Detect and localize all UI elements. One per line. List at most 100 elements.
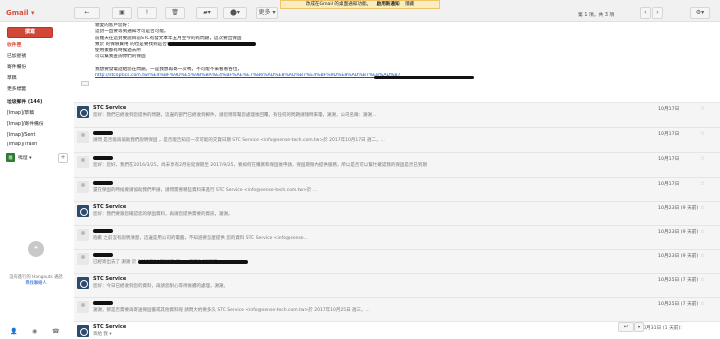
sidebar-bottom-bar: 👤 ◉ ☎ bbox=[6, 328, 68, 338]
prev-button[interactable]: ‹ bbox=[640, 7, 651, 19]
message-snippet: 抱歉 之前沒有說明清楚，這邊是用公司的電腦，不知道要怎麼提供 您的資料 STC … bbox=[93, 236, 308, 241]
delete-button[interactable]: 🗑 bbox=[165, 7, 185, 19]
add-contact-button[interactable]: + bbox=[58, 153, 68, 163]
star-icon[interactable]: ☆ bbox=[678, 325, 683, 331]
message-snippet: 您好：我們要跟您確認您的保固資料，再請您提供需要的資訊，謝謝。 bbox=[93, 212, 233, 217]
sender-avatar bbox=[77, 106, 89, 118]
star-icon[interactable]: ☆ bbox=[700, 181, 705, 187]
redaction-mark bbox=[138, 260, 248, 264]
compose-button[interactable]: 撰寫 bbox=[7, 27, 53, 38]
message-snippet: 您好：我們已經收到您提供的問題，這邊的部門已經收到郵件，請您稍等幫您處理後回覆，… bbox=[93, 113, 377, 118]
left-sidebar: 撰寫 收件匣 已加星號 寄件備份 草稿 更多標籤 垃圾郵件 (144) [Ima… bbox=[0, 22, 70, 339]
top-toolbar: Gmail ▾ ← ▣ ! 🗑 ▰▾ ⬤▾ 更多 ▾ 改成在Gmail 的桌面通… bbox=[0, 0, 720, 22]
star-icon[interactable]: ☆ bbox=[700, 106, 705, 112]
sender-avatar bbox=[77, 131, 89, 143]
sidebar-item-spam[interactable]: 垃圾郵件 (144) bbox=[7, 98, 67, 108]
more-actions-button[interactable]: ▾ bbox=[634, 322, 644, 332]
sender-avatar bbox=[77, 253, 89, 265]
archive-button[interactable]: ▣ bbox=[112, 7, 132, 19]
hangouts-user[interactable]: 騰 鳴燈 ▾ + bbox=[6, 152, 70, 164]
redaction-mark bbox=[168, 42, 256, 46]
sender-avatar bbox=[77, 205, 89, 217]
sender-name: STC Service bbox=[93, 324, 127, 330]
notice-text: 改成在Gmail 的桌面通知功能。 bbox=[305, 2, 372, 7]
message-date: 10月17日 bbox=[658, 157, 680, 162]
star-icon[interactable]: ☆ bbox=[700, 229, 705, 235]
sidebar-item-imap-drafts[interactable]: [Imap]/草稿 bbox=[7, 109, 67, 119]
star-icon[interactable]: ☆ bbox=[700, 205, 705, 211]
list-item[interactable]: 還在保固的時候要請協助我們申請，請問需要哪些資料來進行 STC Service … bbox=[74, 177, 720, 201]
sender-avatar bbox=[77, 181, 89, 193]
message-date: 10月25日 (7 天前) bbox=[658, 278, 699, 283]
list-item[interactable]: 請問 是否能再協助我們說明保固 ，是否能告知這一次可能的交貨日期 STC Ser… bbox=[74, 127, 720, 152]
settings-button[interactable]: ⚙▾ bbox=[690, 7, 710, 19]
contacts-icon[interactable]: 👤 bbox=[10, 328, 17, 335]
gmail-menu[interactable]: Gmail ▾ bbox=[6, 9, 35, 17]
sender-name: STC Service bbox=[93, 276, 127, 282]
sidebar-item-imap-sent[interactable]: [Imap]/Sent bbox=[7, 131, 67, 141]
sender-name: STC Service bbox=[93, 105, 127, 111]
redaction-mark bbox=[93, 156, 113, 160]
message-date: 10月31日 (1 天前) bbox=[640, 326, 681, 331]
message-date: 10月25日 (7 天前) bbox=[658, 302, 699, 307]
star-icon[interactable]: ☆ bbox=[700, 253, 705, 259]
more-button[interactable]: 更多 ▾ bbox=[256, 7, 278, 19]
list-item[interactable]: STC Service 您好：今日已經收到您的資料，再請您耐心等待後續的處理，謝… bbox=[74, 273, 720, 297]
recipient-details[interactable]: 寄給 我 ▾ bbox=[93, 331, 653, 337]
pager-text: 第 1 項，共 3 項 bbox=[578, 13, 615, 18]
message-date: 10月23日 (9 天前) bbox=[658, 254, 699, 259]
sender-avatar bbox=[77, 156, 89, 168]
hangouts-user-name[interactable]: 鳴燈 ▾ bbox=[18, 154, 32, 161]
message-snippet: 您好：您好，我們在2016/3/25，尚未享有2月份延保期至 2017/9/25… bbox=[93, 163, 427, 168]
redaction-mark bbox=[93, 253, 113, 257]
sender-avatar bbox=[77, 277, 89, 289]
reply-button[interactable]: ↩ bbox=[618, 322, 634, 332]
sender-avatar bbox=[77, 229, 89, 241]
star-icon[interactable]: ☆ bbox=[700, 277, 705, 283]
redaction-mark bbox=[93, 181, 113, 185]
conversation-thread: 親愛的客戶您好： 這封一直要等到通知才可是否可能。 前幾天在這封要說目前STC有… bbox=[74, 22, 720, 339]
sidebar-item-sent[interactable]: 寄件備份 bbox=[7, 63, 67, 73]
back-button[interactable]: ← bbox=[74, 7, 100, 19]
enable-notifications-link[interactable]: 啟用新通知 bbox=[377, 2, 400, 7]
message-date: 10月23日 (9 天前) bbox=[658, 206, 699, 211]
star-icon[interactable]: ☆ bbox=[700, 131, 705, 137]
message-body: 親愛的客戶您好： 這封一直要等到通知才可是否可能。 前幾天在這封要說目前STC有… bbox=[95, 23, 715, 80]
hangouts-icon: ❝ bbox=[28, 241, 44, 257]
show-trimmed-content-button[interactable] bbox=[81, 81, 89, 86]
message-date: 10月17日 bbox=[658, 182, 680, 187]
hangouts-status-icon[interactable]: ◉ bbox=[32, 328, 37, 335]
avatar: 騰 bbox=[6, 153, 15, 162]
list-item[interactable]: 謝謝，那是否需要再寄送保固書或其他資料呢 請問大約要多久 STC Service… bbox=[74, 297, 720, 321]
list-item[interactable]: 已經寄出去了 謝謝 於 2017年10月23日 週一，下午3:35寫道： 10月… bbox=[74, 249, 720, 273]
redaction-mark bbox=[93, 131, 113, 135]
star-icon[interactable]: ☆ bbox=[700, 156, 705, 162]
message-date: 10月23日 (9 天前) bbox=[658, 230, 699, 235]
hangouts-empty-message: 沒有進行的 Hangouts 通話 尋找聯絡人 bbox=[4, 275, 68, 287]
message-snippet: 您好：今日已經收到您的資料，再請您耐心等待後續的處理，謝謝。 bbox=[93, 284, 228, 289]
sidebar-item-starred[interactable]: 已加星號 bbox=[7, 52, 67, 62]
report-spam-button[interactable]: ! bbox=[137, 7, 157, 19]
list-item[interactable]: STC Service 您好：我們要跟您確認您的保固資料，再請您提供需要的資訊，… bbox=[74, 201, 720, 225]
sidebar-item-inbox[interactable]: 收件匣 bbox=[7, 41, 67, 51]
redaction-mark bbox=[374, 76, 474, 79]
sender-avatar bbox=[77, 301, 89, 313]
ignore-link[interactable]: 隱藏 bbox=[405, 2, 414, 7]
phone-icon[interactable]: ☎ bbox=[52, 328, 59, 335]
move-to-button[interactable]: ▰▾ bbox=[196, 7, 218, 19]
message-date: 10月17日 bbox=[658, 132, 680, 137]
find-contact-link[interactable]: 尋找聯絡人 bbox=[4, 281, 68, 287]
sidebar-item-imap-trash[interactable]: [Imap]/Trash bbox=[7, 142, 67, 148]
sidebar-item-drafts[interactable]: 草稿 bbox=[7, 74, 67, 84]
notification-banner: 改成在Gmail 的桌面通知功能。 啟用新通知 隱藏 bbox=[280, 0, 440, 9]
next-button[interactable]: › bbox=[652, 7, 663, 19]
list-item[interactable]: STC Service 您好：我們已經收到您提供的問題，這邊的部門已經收到郵件，… bbox=[74, 102, 720, 127]
sender-name: STC Service bbox=[93, 204, 127, 210]
list-item[interactable]: 抱歉 之前沒有說明清楚，這邊是用公司的電腦，不知道要怎麼提供 您的資料 STC … bbox=[74, 225, 720, 249]
labels-button[interactable]: ⬤▾ bbox=[223, 7, 247, 19]
sidebar-item-more[interactable]: 更多標籤 bbox=[7, 85, 67, 95]
list-item[interactable]: 您好：您好，我們在2016/3/25，尚未享有2月份延保期至 2017/9/25… bbox=[74, 152, 720, 177]
star-icon[interactable]: ☆ bbox=[700, 301, 705, 307]
redaction-mark bbox=[93, 229, 113, 233]
sidebar-item-imap-sentmail[interactable]: [Imap]/寄件備份 bbox=[7, 120, 67, 130]
